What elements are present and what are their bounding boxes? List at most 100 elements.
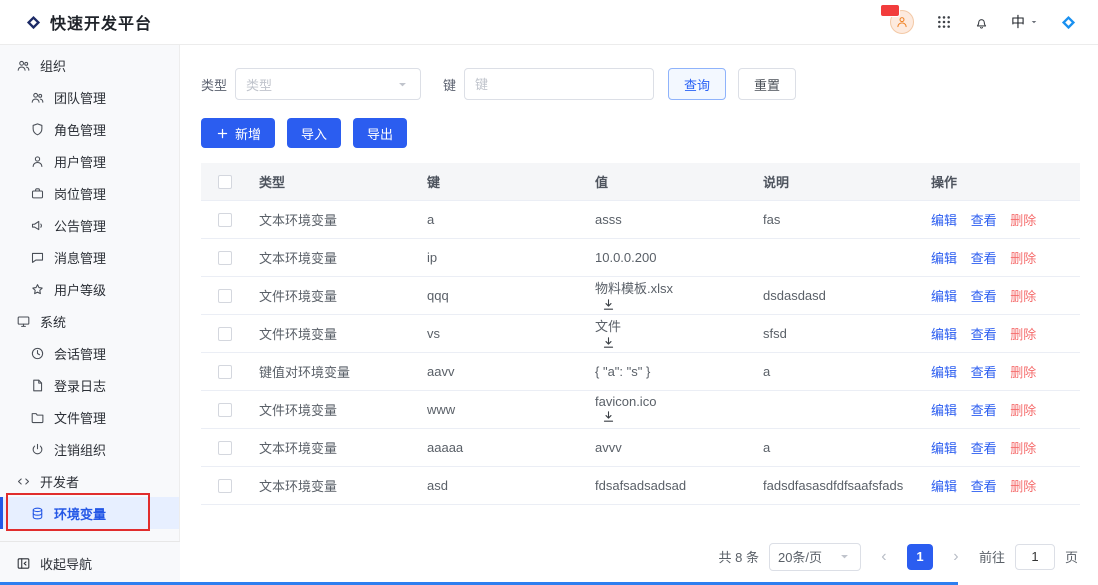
row-checkbox[interactable] — [218, 213, 232, 227]
collapse-nav-button[interactable]: 收起导航 — [0, 541, 180, 585]
cell-type: 文本环境变量 — [249, 200, 417, 238]
view-link[interactable]: 查看 — [971, 441, 997, 456]
edit-link[interactable]: 编辑 — [931, 327, 957, 342]
cell-actions: 编辑 查看 删除 — [921, 276, 1080, 314]
edit-link[interactable]: 编辑 — [931, 441, 957, 456]
delete-link[interactable]: 删除 — [1010, 289, 1036, 304]
user-avatar[interactable] — [890, 10, 914, 34]
row-checkbox[interactable] — [218, 365, 232, 379]
download-icon[interactable] — [601, 297, 616, 312]
download-icon[interactable] — [601, 335, 616, 350]
sidebar-item-team-management[interactable]: 团队管理 — [0, 81, 179, 113]
app-title: 快速开发平台 — [50, 10, 152, 34]
sidebar-item-deregister-organization[interactable]: 注销组织 — [0, 433, 179, 465]
view-link[interactable]: 查看 — [971, 403, 997, 418]
shield-icon — [30, 122, 45, 137]
briefcase-icon — [30, 186, 45, 201]
file-value-text: 文件 — [595, 319, 621, 334]
select-all-checkbox[interactable] — [218, 175, 232, 189]
search-button[interactable]: 查询 — [668, 68, 726, 100]
delete-link[interactable]: 删除 — [1010, 365, 1036, 380]
sidebar-item-announcement-management[interactable]: 公告管理 — [0, 209, 179, 241]
cell-description: a — [753, 352, 921, 390]
cell-description: fas — [753, 200, 921, 238]
view-link[interactable]: 查看 — [971, 289, 997, 304]
cell-key: a — [417, 200, 585, 238]
clock-icon — [30, 346, 45, 361]
filter-bar: 类型 类型 键 查询 重置 — [201, 68, 1080, 100]
view-link[interactable]: 查看 — [971, 327, 997, 342]
delete-link[interactable]: 删除 — [1010, 403, 1036, 418]
organization-icon — [16, 58, 31, 73]
cell-description: a — [753, 428, 921, 466]
row-checkbox[interactable] — [218, 289, 232, 303]
page-1-button[interactable]: 1 — [907, 544, 933, 570]
bell-icon[interactable] — [974, 15, 989, 30]
next-page-button[interactable]: › — [943, 544, 969, 570]
sidebar-section-organization[interactable]: 组织 — [0, 49, 179, 81]
export-button[interactable]: 导出 — [353, 118, 407, 148]
edit-link[interactable]: 编辑 — [931, 403, 957, 418]
prev-page-button[interactable]: ‹ — [871, 544, 897, 570]
delete-link[interactable]: 删除 — [1010, 479, 1036, 494]
sidebar-section-system[interactable]: 系统 — [0, 305, 179, 337]
edit-link[interactable]: 编辑 — [931, 213, 957, 228]
page-unit-label: 页 — [1065, 547, 1078, 566]
sidebar-item-file-management[interactable]: 文件管理 — [0, 401, 179, 433]
pagination: 共 8 条 20条/页 ‹ 1 › 前往 页 — [201, 543, 1080, 571]
star-icon — [30, 282, 45, 297]
edit-link[interactable]: 编辑 — [931, 289, 957, 304]
sidebar-item-session-management[interactable]: 会话管理 — [0, 337, 179, 369]
file-value-text: favicon.ico — [595, 394, 656, 409]
sidebar-item-user-management[interactable]: 用户管理 — [0, 145, 179, 177]
reset-button[interactable]: 重置 — [738, 68, 796, 100]
sidebar-section-developer[interactable]: 开发者 — [0, 465, 179, 497]
edit-link[interactable]: 编辑 — [931, 479, 957, 494]
delete-link[interactable]: 删除 — [1010, 213, 1036, 228]
cell-type: 文本环境变量 — [249, 466, 417, 504]
sidebar-item-role-management[interactable]: 角色管理 — [0, 113, 179, 145]
person-icon — [895, 15, 909, 29]
sidebar-item-environment-variables[interactable]: 环境变量 — [0, 497, 179, 529]
row-checkbox[interactable] — [218, 403, 232, 417]
sidebar-item-login-logs[interactable]: 登录日志 — [0, 369, 179, 401]
sidebar-item-user-level[interactable]: 用户等级 — [0, 273, 179, 305]
code-icon — [16, 474, 31, 489]
edit-link[interactable]: 编辑 — [931, 251, 957, 266]
view-link[interactable]: 查看 — [971, 365, 997, 380]
sidebar-item-message-management[interactable]: 消息管理 — [0, 241, 179, 273]
delete-link[interactable]: 删除 — [1010, 327, 1036, 342]
edit-link[interactable]: 编辑 — [931, 365, 957, 380]
delete-link[interactable]: 删除 — [1010, 441, 1036, 456]
language-selector[interactable]: 中 — [1011, 12, 1039, 32]
row-checkbox[interactable] — [218, 479, 232, 493]
team-icon — [30, 90, 45, 105]
view-link[interactable]: 查看 — [971, 213, 997, 228]
row-checkbox[interactable] — [218, 441, 232, 455]
row-checkbox[interactable] — [218, 251, 232, 265]
view-link[interactable]: 查看 — [971, 251, 997, 266]
cell-value: 10.0.0.200 — [585, 238, 753, 276]
type-filter-select[interactable]: 类型 — [235, 68, 421, 100]
goto-label: 前往 — [979, 547, 1005, 566]
delete-link[interactable]: 删除 — [1010, 251, 1036, 266]
cell-value: favicon.ico — [585, 390, 753, 428]
goto-page-input[interactable] — [1015, 544, 1055, 570]
table-row: 文本环境变量 a asss fas 编辑 查看 删除 — [201, 200, 1080, 238]
key-filter-input[interactable] — [464, 68, 654, 100]
header-actions: 中 — [890, 10, 1076, 34]
key-filter-label: 键 — [443, 75, 456, 94]
cell-key: ip — [417, 238, 585, 276]
workspace-logo-icon[interactable] — [1061, 15, 1076, 30]
view-link[interactable]: 查看 — [971, 479, 997, 494]
page-size-select[interactable]: 20条/页 — [769, 543, 861, 571]
table-row: 键值对环境变量 aavv { "a": "s" } a 编辑 查看 删除 — [201, 352, 1080, 390]
cell-description: fadsdfasasdfdfsaafsfads — [753, 466, 921, 504]
apps-grid-icon[interactable] — [936, 14, 952, 30]
row-checkbox[interactable] — [218, 327, 232, 341]
sidebar-section-label: 开发者 — [40, 472, 79, 491]
sidebar-item-position-management[interactable]: 岗位管理 — [0, 177, 179, 209]
download-icon[interactable] — [601, 409, 616, 424]
add-button[interactable]: 新增 — [201, 118, 275, 148]
import-button[interactable]: 导入 — [287, 118, 341, 148]
